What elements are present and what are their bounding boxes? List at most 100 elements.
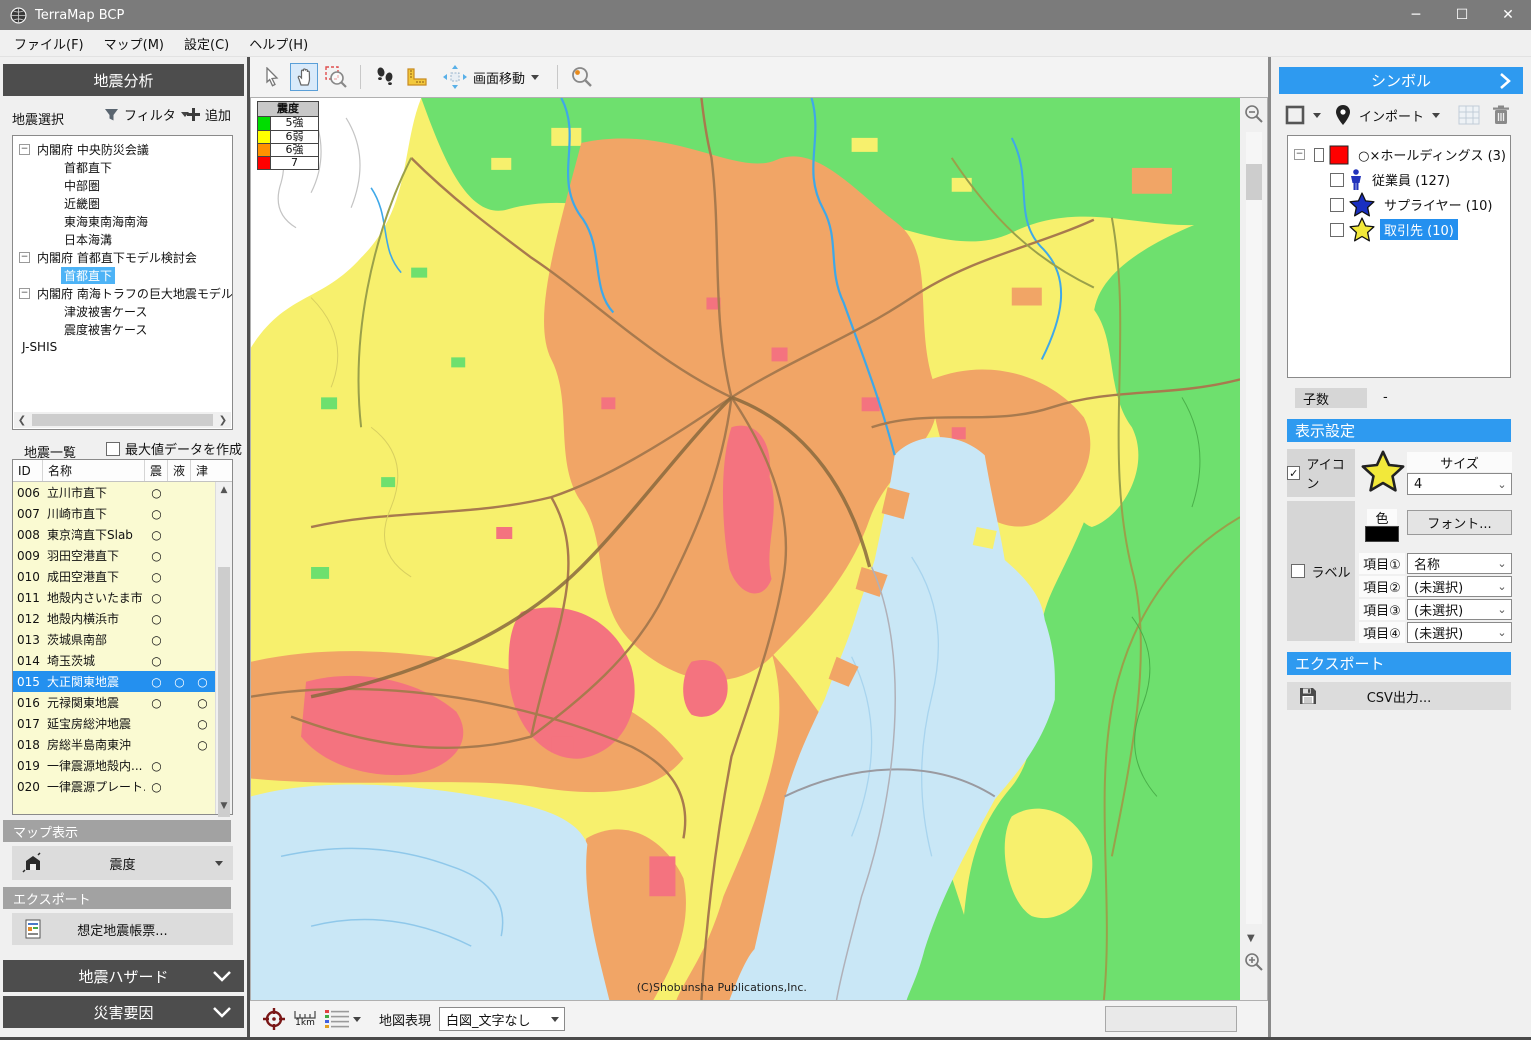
table-row[interactable]: 008東京湾直下Slab○ bbox=[13, 524, 215, 545]
tree-item[interactable]: −内閣府 首都直下モデル検討会 bbox=[15, 248, 232, 266]
layer-checkbox[interactable] bbox=[1330, 223, 1344, 237]
scroll-up-arrow[interactable]: ▲ bbox=[216, 485, 232, 495]
col-name[interactable]: 名称 bbox=[43, 460, 145, 481]
label-checkbox[interactable] bbox=[1291, 564, 1305, 578]
filter-button[interactable]: フィルタ bbox=[104, 105, 189, 124]
tree-item[interactable]: 津波被害ケース bbox=[15, 302, 232, 320]
combo-dropdown-button[interactable] bbox=[546, 1008, 564, 1030]
tree-item[interactable]: 震度被害ケース bbox=[15, 320, 232, 338]
table-row[interactable]: 014埼玉茨城○ bbox=[13, 650, 215, 671]
table-row[interactable]: 009羽田空港直下○ bbox=[13, 545, 215, 566]
label-checkbox-group[interactable]: ラベル bbox=[1287, 501, 1355, 641]
table-row[interactable]: 011地殻内さいたま市○ bbox=[13, 587, 215, 608]
col-tsunami[interactable]: 津 bbox=[191, 460, 212, 481]
expander-icon[interactable]: − bbox=[19, 144, 30, 155]
tree-item[interactable]: J-SHIS bbox=[15, 338, 232, 356]
panel-header-earthquake-analysis[interactable]: 地震分析 bbox=[3, 64, 244, 96]
tree-item[interactable]: 日本海溝 bbox=[15, 230, 232, 248]
scroll-down-chevron[interactable]: ▼ bbox=[1247, 933, 1255, 944]
import-dropdown-arrow[interactable] bbox=[1432, 113, 1440, 118]
menu-settings[interactable]: 設定(C) bbox=[174, 30, 239, 57]
tree-item[interactable]: 首都直下 bbox=[15, 158, 232, 176]
tree-item[interactable]: 近畿圏 bbox=[15, 194, 232, 212]
item4-combobox[interactable]: (未選択)⌄ bbox=[1407, 622, 1512, 643]
screen-move-button[interactable]: 画面移動 bbox=[435, 63, 547, 91]
map-vertical-scrollbar[interactable] bbox=[1246, 132, 1262, 924]
col-ekijo[interactable]: 液 bbox=[168, 460, 191, 481]
legend-dropdown-arrow[interactable] bbox=[353, 1017, 361, 1022]
tree-item[interactable]: 東海東南海南海 bbox=[15, 212, 232, 230]
item2-combobox[interactable]: (未選択)⌄ bbox=[1407, 576, 1512, 597]
add-button[interactable]: 追加 bbox=[187, 105, 231, 124]
col-shindo[interactable]: 震 bbox=[145, 460, 168, 481]
icon-checkbox-group[interactable]: ✓ アイコン bbox=[1287, 449, 1355, 497]
expander-icon[interactable]: − bbox=[19, 288, 30, 299]
zoom-in-icon[interactable] bbox=[1244, 952, 1264, 972]
shindo-map-button[interactable]: 震度 bbox=[12, 846, 233, 880]
chevron-right-icon[interactable] bbox=[1499, 72, 1511, 90]
legend-list-button[interactable] bbox=[324, 1008, 361, 1030]
zoom-out-icon[interactable] bbox=[1244, 104, 1264, 124]
measure-ruler-button[interactable] bbox=[403, 63, 431, 91]
screen-move-dropdown[interactable] bbox=[531, 75, 539, 80]
symbol-tree-item[interactable]: −○×ホールディングス (3) bbox=[1288, 142, 1510, 167]
report-export-button[interactable]: 想定地震帳票... bbox=[12, 913, 233, 945]
expander-icon[interactable]: − bbox=[19, 252, 30, 263]
item1-combobox[interactable]: 名称⌄ bbox=[1407, 553, 1512, 574]
scrollbar-thumb[interactable] bbox=[1246, 164, 1262, 200]
zoom-tool-button[interactable] bbox=[322, 63, 350, 91]
close-button[interactable]: ✕ bbox=[1485, 0, 1531, 30]
measure-walk-button[interactable] bbox=[371, 63, 399, 91]
shape-dropdown-arrow[interactable] bbox=[1313, 113, 1321, 118]
label-color-swatch[interactable] bbox=[1365, 526, 1399, 542]
table-row[interactable]: 015大正関東地震○○○ bbox=[13, 671, 215, 692]
table-row[interactable]: 018房総半島南東沖○ bbox=[13, 734, 215, 755]
scrollbar-thumb[interactable] bbox=[32, 414, 213, 426]
tree-item[interactable]: 中部圏 bbox=[15, 176, 232, 194]
table-row[interactable]: 019一律震源地殻内...○ bbox=[13, 755, 215, 776]
minimize-button[interactable]: ─ bbox=[1393, 0, 1439, 30]
scale-indicator[interactable]: 1km bbox=[294, 1010, 316, 1028]
symbol-panel-header[interactable]: シンボル bbox=[1279, 67, 1523, 94]
layer-checkbox[interactable] bbox=[1330, 173, 1344, 187]
map-canvas[interactable]: 震度 5強6弱6強7 (C)Shobunsha Publications,Inc… bbox=[250, 97, 1240, 1001]
symbol-tree-item[interactable]: 従業員 (127) bbox=[1288, 167, 1510, 192]
symbol-shape-icon[interactable] bbox=[1285, 105, 1305, 125]
menu-map[interactable]: マップ(M) bbox=[94, 30, 174, 57]
menu-file[interactable]: ファイル(F) bbox=[4, 30, 94, 57]
expander-icon[interactable]: − bbox=[1294, 149, 1305, 160]
table-row[interactable]: 007川崎市直下○ bbox=[13, 503, 215, 524]
menu-help[interactable]: ヘルプ(H) bbox=[239, 30, 318, 57]
table-row[interactable]: 013茨城県南部○ bbox=[13, 629, 215, 650]
table-row[interactable]: 016元禄関東地震○○ bbox=[13, 692, 215, 713]
table-row[interactable]: 006立川市直下○ bbox=[13, 482, 215, 503]
scrollbar-thumb[interactable] bbox=[218, 567, 230, 817]
scroll-down-arrow[interactable]: ▼ bbox=[216, 801, 232, 811]
combo-chevron-icon[interactable]: ⌄ bbox=[1493, 478, 1511, 491]
tree-item[interactable]: 首都直下 bbox=[15, 266, 232, 284]
font-button[interactable]: フォント... bbox=[1407, 510, 1512, 535]
max-data-checkbox[interactable]: 最大値データを作成 bbox=[106, 439, 242, 458]
trash-icon[interactable] bbox=[1492, 105, 1510, 125]
table-row[interactable]: 017延宝房総沖地震○ bbox=[13, 713, 215, 734]
layer-checkbox[interactable] bbox=[1314, 148, 1324, 162]
table-row[interactable]: 010成田空港直下○ bbox=[13, 566, 215, 587]
tree-horizontal-scrollbar[interactable]: ❮ ❯ bbox=[14, 412, 231, 428]
csv-export-button[interactable]: CSV出力... bbox=[1287, 682, 1511, 710]
scroll-right-arrow[interactable]: ❯ bbox=[215, 415, 231, 426]
icon-checkbox[interactable]: ✓ bbox=[1287, 466, 1300, 480]
item3-combobox[interactable]: (未選択)⌄ bbox=[1407, 599, 1512, 620]
maximize-button[interactable]: ☐ bbox=[1439, 0, 1485, 30]
table-row[interactable]: 020一律震源プレート...○ bbox=[13, 776, 215, 797]
map-style-combobox[interactable]: 白図_文字なし bbox=[439, 1007, 565, 1031]
pan-tool-button[interactable] bbox=[290, 63, 318, 91]
table-vertical-scrollbar[interactable]: ▲ ▼ bbox=[215, 482, 232, 814]
scroll-left-arrow[interactable]: ❮ bbox=[14, 415, 30, 426]
size-combobox[interactable]: 4 ⌄ bbox=[1407, 473, 1512, 495]
layer-checkbox[interactable] bbox=[1330, 198, 1344, 212]
select-tool-button[interactable] bbox=[258, 63, 286, 91]
dropdown-arrow[interactable] bbox=[215, 861, 223, 866]
table-grid-icon[interactable] bbox=[1458, 105, 1480, 125]
col-id[interactable]: ID bbox=[13, 460, 43, 481]
tree-item[interactable]: −内閣府 中央防災会議 bbox=[15, 140, 232, 158]
